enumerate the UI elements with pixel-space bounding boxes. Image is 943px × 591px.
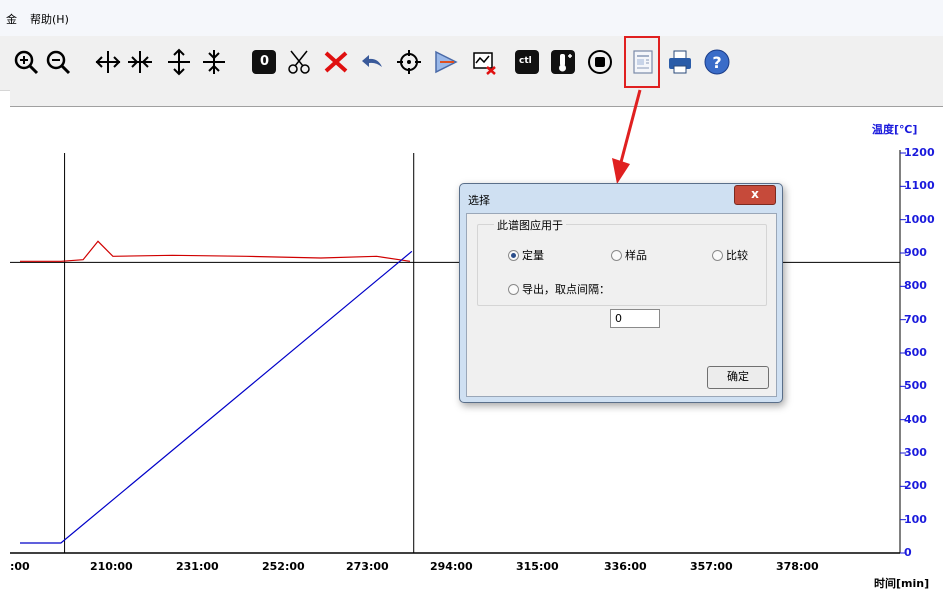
report-highlight [624,36,660,88]
menu-item-partial[interactable]: 金 [6,11,17,27]
x-tick-label: 315:00 [516,560,559,573]
cut-icon[interactable] [285,48,313,76]
y-tick-label: 500 [904,379,927,393]
toolbar-separator [10,90,943,107]
compress-vertical-icon[interactable] [200,48,228,76]
y-tick-label: 800 [904,279,927,293]
group-label: 此谱图应用于 [494,217,566,233]
series-line-1 [20,250,413,544]
marker-icon[interactable] [432,48,460,76]
close-icon: x [751,187,759,201]
y-tick-label: 600 [904,346,927,359]
radio-checked-icon [508,249,519,261]
radio-compare-label: 比较 [726,249,748,262]
dialog-title: 选择 [468,194,490,207]
stop-icon[interactable] [586,48,614,76]
screenshot-chart-icon[interactable] [470,48,498,76]
x-tick-label: 294:00 [430,560,473,573]
zero-label: 0 [260,54,270,69]
x-tick-label: 252:00 [262,560,305,573]
radio-quant[interactable]: 定量 [508,247,544,263]
y-tick-label: 300 [904,446,927,459]
x-axis-title: 时间[min] [874,577,930,590]
apply-group: 此谱图应用于 定量 样品 比较 导出，取点间隔： [477,217,767,306]
temp-control-button[interactable]: ctl [513,48,541,76]
x-tick-label: 336:00 [604,560,647,573]
radio-export-label: 导出，取点间隔： [522,283,610,296]
print-icon[interactable] [666,48,694,76]
expand-vertical-icon[interactable] [165,48,193,76]
x-tick-label: 378:00 [776,560,819,573]
dialog-body: 此谱图应用于 定量 样品 比较 导出，取点间隔： 0 确定 [466,213,777,397]
zoom-in-icon[interactable] [12,48,40,76]
radio-compare[interactable]: 比较 [712,247,748,263]
y-tick-label: 100 [904,512,927,526]
x-tick-label: :00 [10,560,30,573]
x-tick-label: 210:00 [90,560,133,573]
y-tick-label: 0 [904,546,912,559]
thermometer-icon[interactable] [549,48,577,76]
series-line-0 [20,240,411,262]
menu-bar: 金 帮助(H) [0,0,943,36]
radio-sample-label: 样品 [625,249,647,262]
radio-unchecked-icon [611,249,622,261]
compress-horizontal-icon[interactable] [126,48,154,76]
select-dialog: 选择 x 此谱图应用于 定量 样品 比较 导出，取点间隔： 0 确定 [459,183,783,403]
menu-help[interactable]: 帮助(H) [30,11,69,27]
zero-button[interactable]: 0 [250,48,278,76]
y-tick-label: 1200 [904,146,935,159]
ctl-label: ctl [519,56,532,66]
radio-sample[interactable]: 样品 [611,247,647,263]
export-interval-input[interactable]: 0 [610,309,660,328]
target-icon[interactable] [395,48,423,76]
radio-export[interactable]: 导出，取点间隔： [508,281,610,297]
y-tick-label: 400 [904,412,927,426]
radio-quant-label: 定量 [522,249,544,262]
svg-text:?: ? [712,53,721,72]
delete-icon[interactable] [322,48,350,76]
y-tick-label: 1000 [904,212,935,226]
x-tick-label: 357:00 [690,560,733,573]
radio-unchecked-icon [508,283,519,295]
x-tick-label: 231:00 [176,560,219,573]
y-tick-label: 900 [904,246,927,259]
y-tick-label: 200 [904,479,927,493]
annotation-arrow [612,89,642,184]
radio-unchecked-icon [712,249,723,261]
undo-icon[interactable] [358,48,386,76]
x-tick-label: 273:00 [346,560,389,573]
help-icon[interactable]: ? [703,48,731,76]
ok-button[interactable]: 确定 [707,366,769,389]
close-button[interactable]: x [734,185,776,205]
expand-horizontal-icon[interactable] [94,48,122,76]
y-axis-title: 温度[℃] [872,123,918,136]
y-tick-label: 1100 [904,179,935,193]
zoom-out-icon[interactable] [44,48,72,76]
y-tick-label: 700 [904,312,927,326]
